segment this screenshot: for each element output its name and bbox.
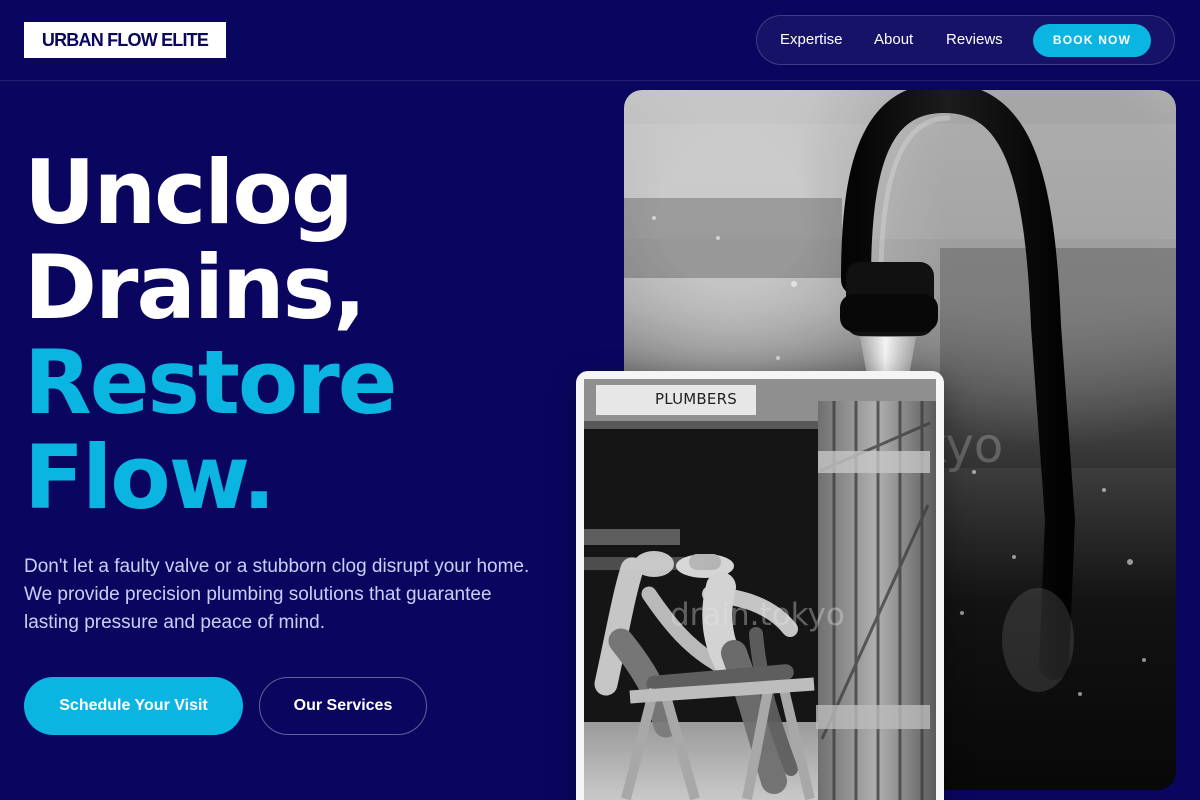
landing-page: URBAN FLOW ELITE Expertise About Reviews…	[0, 0, 1200, 800]
hero-title-line-flow: Flow.	[24, 426, 276, 529]
plumbers-photo: PLUMBERS drain.tokyo	[584, 379, 936, 800]
brand-logo[interactable]: URBAN FLOW ELITE	[24, 22, 226, 58]
nav-link-about[interactable]: About	[874, 31, 913, 49]
schedule-visit-button[interactable]: Schedule Your Visit	[24, 677, 243, 735]
hero-title-line-drains: Drains,	[24, 236, 366, 339]
hero-title: Unclog Drains, Restore Flow.	[24, 145, 584, 525]
hero-title-line-restore: Restore	[24, 331, 397, 434]
nav-link-expertise[interactable]: Expertise	[780, 31, 843, 49]
plumbers-photo-graphic	[584, 379, 936, 800]
site-header: URBAN FLOW ELITE Expertise About Reviews…	[0, 0, 1200, 81]
book-now-button[interactable]: BOOK NOW	[1033, 24, 1151, 57]
nav-link-reviews[interactable]: Reviews	[946, 31, 1003, 49]
plumbers-photo-card: PLUMBERS drain.tokyo	[576, 371, 944, 800]
hero-title-line-unclog: Unclog	[24, 141, 354, 244]
plumbers-sign: PLUMBERS	[655, 390, 737, 408]
main-navigation: Expertise About Reviews BOOK NOW	[756, 15, 1175, 65]
our-services-button[interactable]: Our Services	[259, 677, 427, 735]
hero-description: Don't let a faulty valve or a stubborn c…	[24, 556, 530, 633]
